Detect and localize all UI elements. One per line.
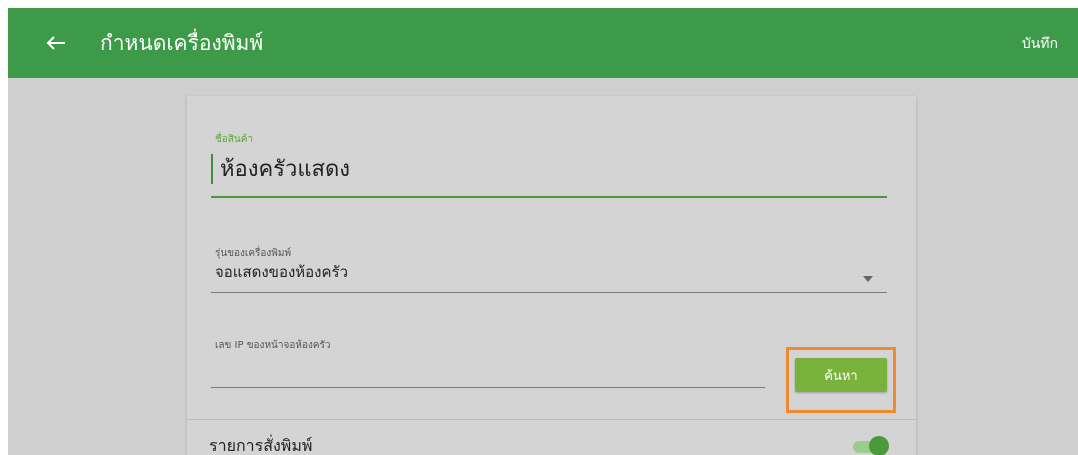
app-bar: กำหนดเครื่องพิมพ์ บันทึก [8,8,1078,78]
kitchen-ip-input[interactable] [211,387,765,388]
arrow-left-icon[interactable] [46,35,66,51]
app-screen: กำหนดเครื่องพิมพ์ บันทึก ชื่อสินค้า ห้อง… [8,8,1078,455]
toggle-thumb[interactable] [869,436,889,455]
product-name-input[interactable]: ห้องครัวแสดง [220,156,350,184]
page-title: กำหนดเครื่องพิมพ์ [100,31,264,55]
dropdown-arrow-icon[interactable] [863,276,873,282]
text-cursor [211,154,213,184]
printer-model-label: รุ่นของเครื่องพิมพ์ [215,248,292,259]
print-list-label: รายการสั่งพิมพ์ [209,436,313,455]
printer-model-underline [211,292,887,293]
product-name-label: ชื่อสินค้า [215,134,254,145]
printer-settings-card: ชื่อสินค้า ห้องครัวแสดง รุ่นของเครื่องพิ… [187,96,916,455]
search-button[interactable]: ค้นหา [795,358,887,392]
save-button[interactable]: บันทึก [1022,35,1058,53]
divider [187,419,916,420]
product-name-underline [211,196,887,198]
printer-model-select[interactable]: จอแสดงของห้องครัว [215,262,348,282]
kitchen-ip-label: เลข IP ของหน้าจอห้องครัว [215,340,331,351]
